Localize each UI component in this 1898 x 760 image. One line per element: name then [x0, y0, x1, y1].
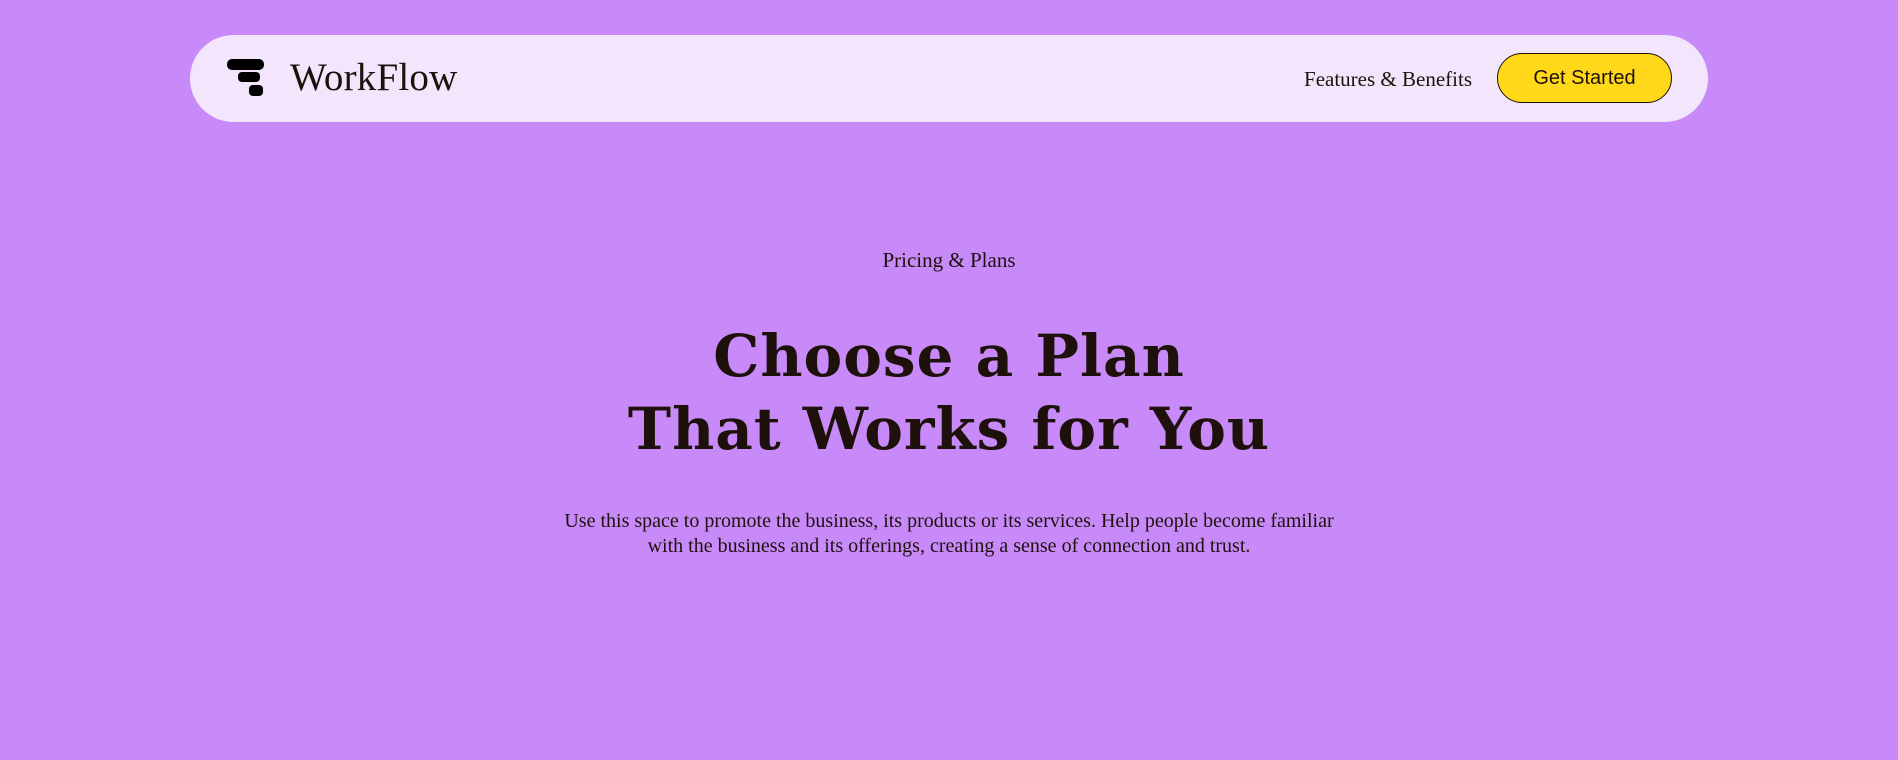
- brand-name: WorkFlow: [290, 56, 458, 99]
- section-eyebrow: Pricing & Plans: [882, 248, 1016, 272]
- title-line-2: That Works for You: [627, 395, 1271, 463]
- site-header: WorkFlow Features & Benefits Get Started: [190, 35, 1708, 122]
- page-title: Choose a Plan That Works for You: [0, 320, 1898, 466]
- get-started-button[interactable]: Get Started: [1497, 53, 1672, 103]
- title-line-1: Choose a Plan: [713, 322, 1185, 390]
- nav-features-benefits-link[interactable]: Features & Benefits: [1304, 65, 1472, 93]
- hero-description: Use this space to promote the business, …: [564, 510, 1334, 557]
- workflow-logo-icon: [227, 59, 264, 96]
- brand-logo-link[interactable]: WorkFlow: [227, 54, 457, 102]
